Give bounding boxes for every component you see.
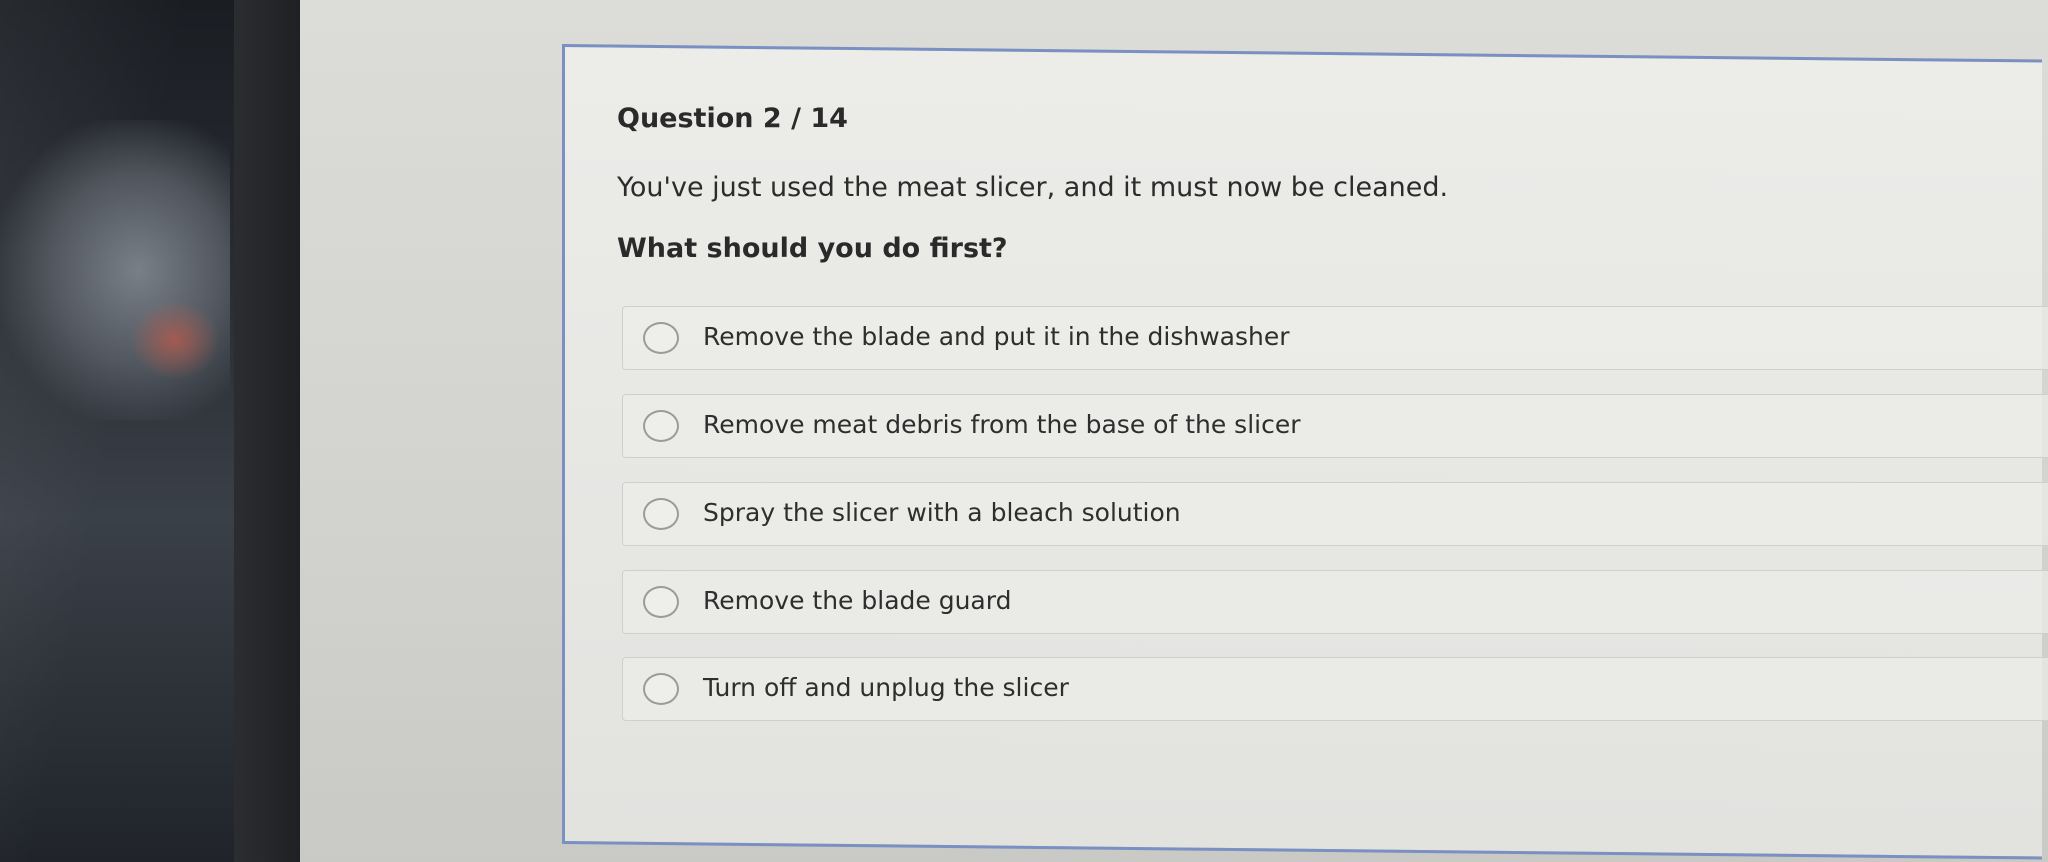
answer-option-3[interactable]: Spray the slicer with a bleach solution bbox=[622, 482, 2048, 546]
background-blur-red bbox=[130, 300, 220, 380]
answer-option-label: Turn off and unplug the slicer bbox=[703, 673, 1069, 702]
answer-option-label: Spray the slicer with a bleach solution bbox=[703, 498, 1181, 527]
radio-button[interactable] bbox=[643, 586, 679, 618]
answer-option-1[interactable]: Remove the blade and put it in the dishw… bbox=[622, 306, 2048, 370]
question-prompt: You've just used the meat slicer, and it… bbox=[617, 172, 1449, 203]
answer-option-label: Remove meat debris from the base of the … bbox=[703, 410, 1301, 439]
question-ask: What should you do first? bbox=[617, 233, 1008, 264]
radio-button[interactable] bbox=[643, 498, 679, 530]
photo-background-left bbox=[0, 0, 318, 862]
radio-button[interactable] bbox=[643, 673, 679, 705]
answer-option-label: Remove the blade and put it in the dishw… bbox=[703, 322, 1290, 351]
answer-option-5[interactable]: Turn off and unplug the slicer bbox=[622, 657, 2048, 721]
answer-option-label: Remove the blade guard bbox=[703, 586, 1012, 615]
question-number: Question 2 / 14 bbox=[617, 103, 848, 134]
answer-option-4[interactable]: Remove the blade guard bbox=[622, 570, 2048, 634]
radio-button[interactable] bbox=[643, 410, 679, 442]
answer-option-2[interactable]: Remove meat debris from the base of the … bbox=[622, 394, 2048, 458]
radio-button[interactable] bbox=[643, 322, 679, 354]
